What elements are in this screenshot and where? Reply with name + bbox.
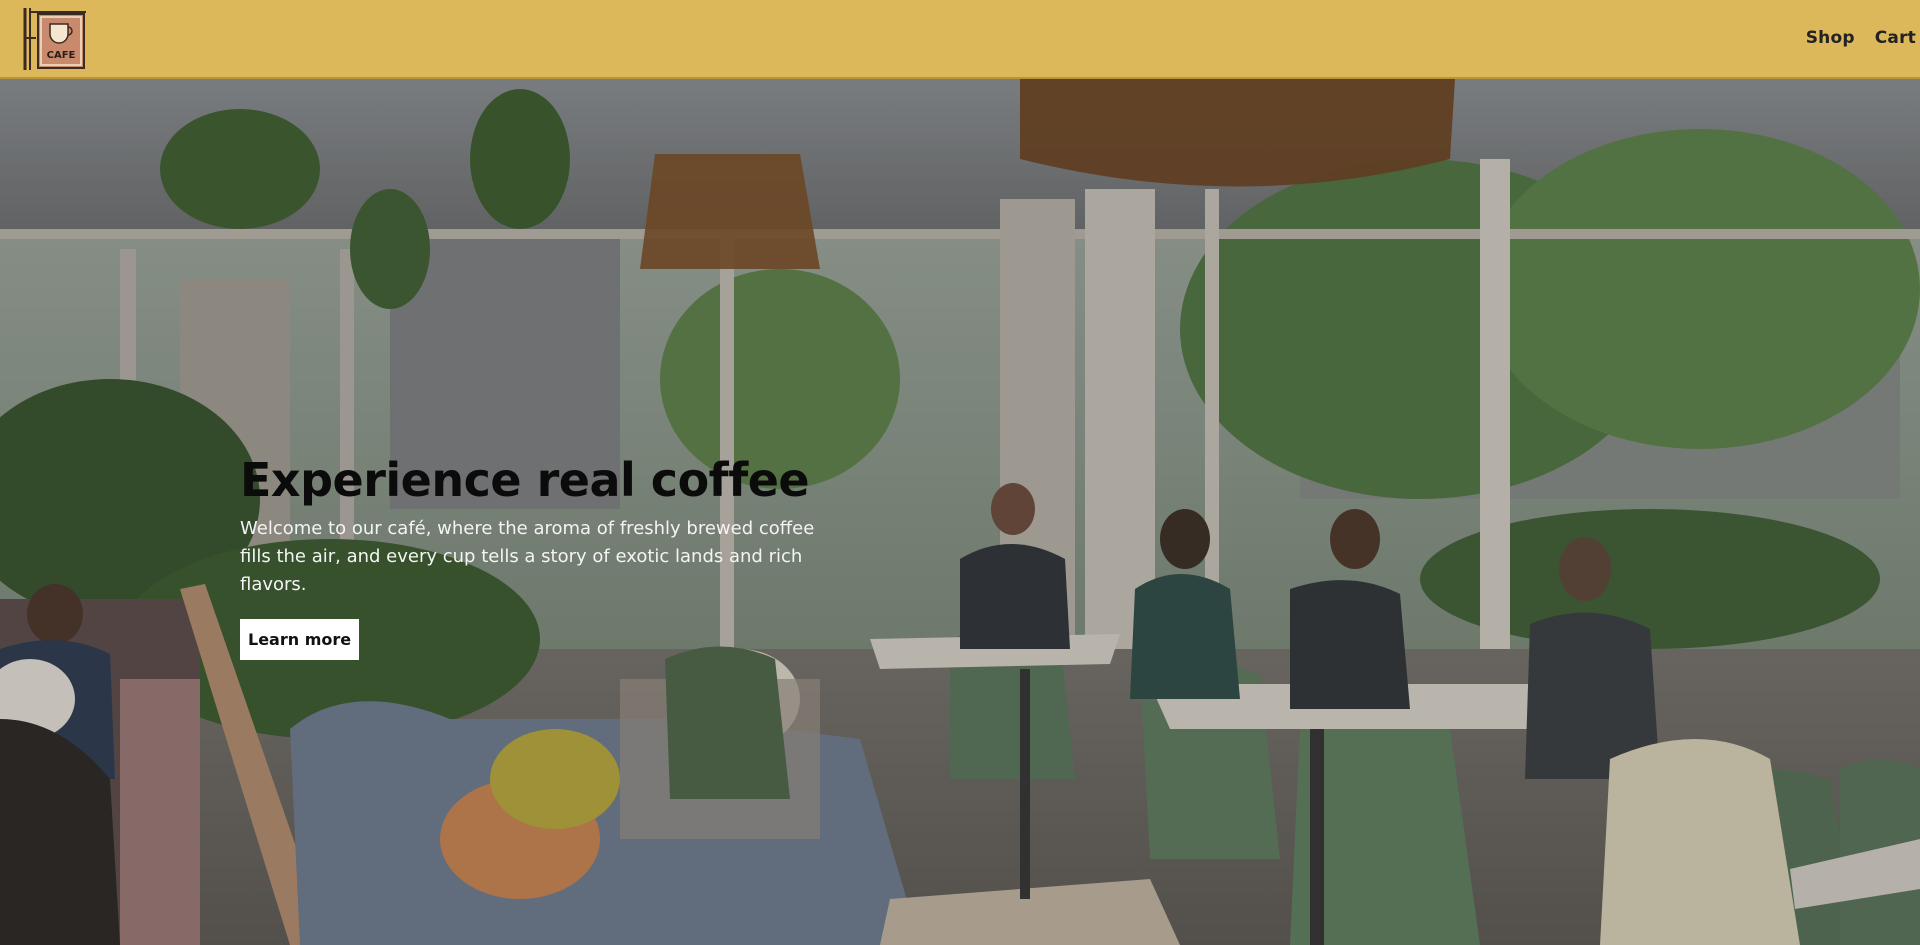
logo-text: CAFE [47,50,76,61]
hero-description: Welcome to our café, where the aroma of … [240,518,815,595]
top-navigation-bar: CAFE Shop Cart [0,0,1920,79]
hero-title: Experience real coffee [240,453,810,507]
nav-cart-link[interactable]: Cart [1875,28,1916,48]
hero-content: Experience real coffee Welcome to our ca… [240,455,820,660]
nav-shop-link[interactable]: Shop [1806,28,1855,48]
cafe-logo[interactable]: CAFE [22,6,90,72]
main-navigation: Shop Cart [1806,28,1916,48]
learn-more-button[interactable]: Learn more [240,619,360,660]
hero-section: Experience real coffee Welcome to our ca… [0,79,1920,945]
cafe-sign-icon: CAFE [23,8,86,70]
